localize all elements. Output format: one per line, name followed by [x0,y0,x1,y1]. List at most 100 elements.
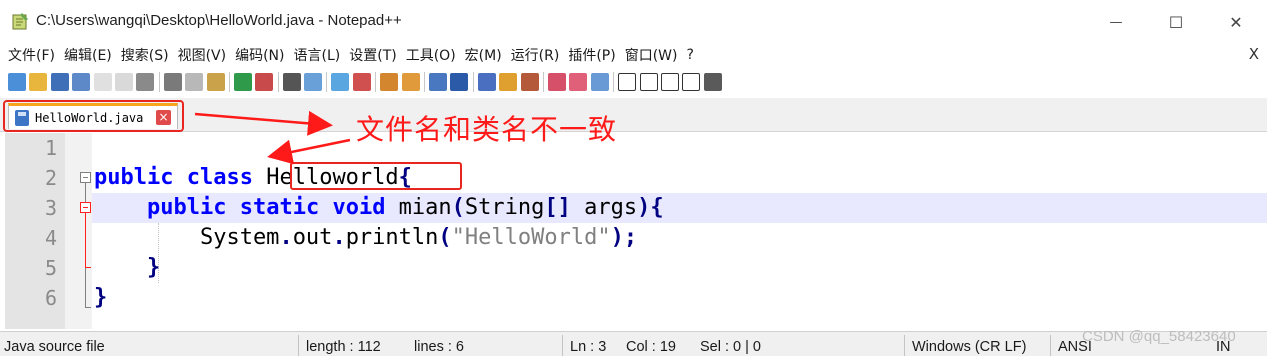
copy-icon[interactable] [185,73,204,91]
window-title: C:\Users\wangqi\Desktop\HelloWorld.java … [36,12,402,29]
status-divider [298,335,299,356]
close-all-icon[interactable] [114,73,133,91]
close-icon[interactable] [93,73,112,91]
toolbar [0,68,1267,96]
watermark: CSDN @qq_58423640 [1082,328,1236,345]
toolbar-separator [424,72,426,92]
code-token: . [332,225,346,250]
menu-item[interactable]: 视图(V) [178,45,227,65]
menu-item[interactable]: 宏(M) [465,45,502,65]
code-token: public [94,165,174,190]
zoom-out-icon[interactable] [352,73,371,91]
code-token: String [464,195,545,220]
minimize-button[interactable]: — [1093,8,1139,36]
code-token: class [186,165,253,190]
redo-icon[interactable] [255,73,274,91]
maximize-icon: ☐ [1168,12,1184,32]
status-bar: Java source file length : 112 lines : 6 … [0,331,1267,356]
folder-workspace-icon[interactable] [547,73,566,91]
close-window-button[interactable]: ✕ [1213,8,1259,36]
toolbar-separator [326,72,328,92]
code-token: void [332,195,386,220]
menu-item[interactable]: 窗口(W) [625,45,678,65]
new-file-icon[interactable] [8,73,26,91]
code-text: } [94,283,107,313]
replace-icon[interactable] [304,73,323,91]
sync-horizontal-icon[interactable] [401,73,420,91]
code-token: "HelloWorld" [451,225,611,250]
code-text: } [94,253,160,283]
code-token: ( [451,195,465,220]
monitor-icon[interactable] [590,73,609,91]
cut-icon[interactable] [163,73,182,91]
code-line: 1 [0,133,1267,163]
maximize-button[interactable]: ☐ [1153,8,1199,36]
menu-item[interactable]: 语言(L) [294,45,341,65]
class-name-annotation-box [290,162,462,190]
menu-item[interactable]: 搜索(S) [121,45,169,65]
menu-item[interactable]: 运行(R) [511,45,560,65]
play-macro-icon[interactable] [660,73,679,91]
menu-item[interactable]: 编码(N) [235,45,284,65]
menu-item[interactable]: 编辑(E) [64,45,112,65]
code-token: out [292,225,333,250]
code-line: 5 } [0,253,1267,283]
code-token: ); [610,225,638,250]
code-token: . [279,225,293,250]
menu-item[interactable]: ? [687,47,694,63]
code-text: public static void mian(String[] args){ [94,193,664,223]
editor[interactable]: 1 2 public class Helloworld{3 public stati… [0,133,1267,329]
toolbar-separator [158,72,160,92]
code-token: println [345,225,439,250]
run-macro-multiple-icon[interactable] [682,73,701,91]
status-file-type: Java source file [4,339,105,355]
print-icon[interactable] [136,73,155,91]
menu-item[interactable]: 文件(F) [8,45,55,65]
status-divider [1050,335,1051,356]
code-token: mian [385,195,452,220]
line-number: 3 [44,196,57,220]
close-window-icon: ✕ [1229,12,1243,32]
doc-list-icon[interactable] [569,73,588,91]
minimize-icon: — [1109,14,1123,30]
undo-icon[interactable] [233,73,252,91]
word-wrap-icon[interactable] [429,73,448,91]
doc-map-icon[interactable] [520,73,539,91]
code-token: static [239,195,320,220]
status-col: Col : 19 [626,339,676,355]
stop-macro-icon[interactable] [639,73,658,91]
function-list-icon[interactable] [499,73,518,91]
code-line: 4 System.out.println("HelloWorld"); [0,223,1267,253]
zoom-in-icon[interactable] [331,73,350,91]
code-token: } [94,285,108,310]
record-macro-icon[interactable] [618,73,637,91]
toolbar-separator [277,72,279,92]
code-line: 3 public static void mian(String[] args)… [0,193,1267,223]
paste-icon[interactable] [206,73,225,91]
code-token: args [570,195,638,220]
save-all-icon[interactable] [72,73,91,91]
save-icon[interactable] [50,73,69,91]
code-token: public [146,195,227,220]
save-macro-icon[interactable] [703,73,722,91]
toolbar-separator [542,72,544,92]
show-all-chars-icon[interactable] [450,73,469,91]
indent-guide-icon[interactable] [477,73,496,91]
menu-item[interactable]: 插件(P) [568,45,615,65]
sync-vertical-icon[interactable] [380,73,399,91]
menu-item[interactable]: 工具(O) [406,45,456,65]
menu-bar: 文件(F) 编辑(E) 搜索(S) 视图(V) 编码(N) 语言(L) 设置(T) 工具(O)… [0,44,1267,66]
notepad-plus-plus-icon [12,13,28,30]
menu-close-button[interactable]: X [1249,45,1259,63]
code-line: 6} [0,283,1267,313]
tab-strip: HelloWorld.java × [0,98,1267,132]
status-divider [904,335,905,356]
open-file-icon[interactable] [29,73,48,91]
menu-item[interactable]: 设置(T) [349,45,396,65]
find-icon[interactable] [282,73,301,91]
